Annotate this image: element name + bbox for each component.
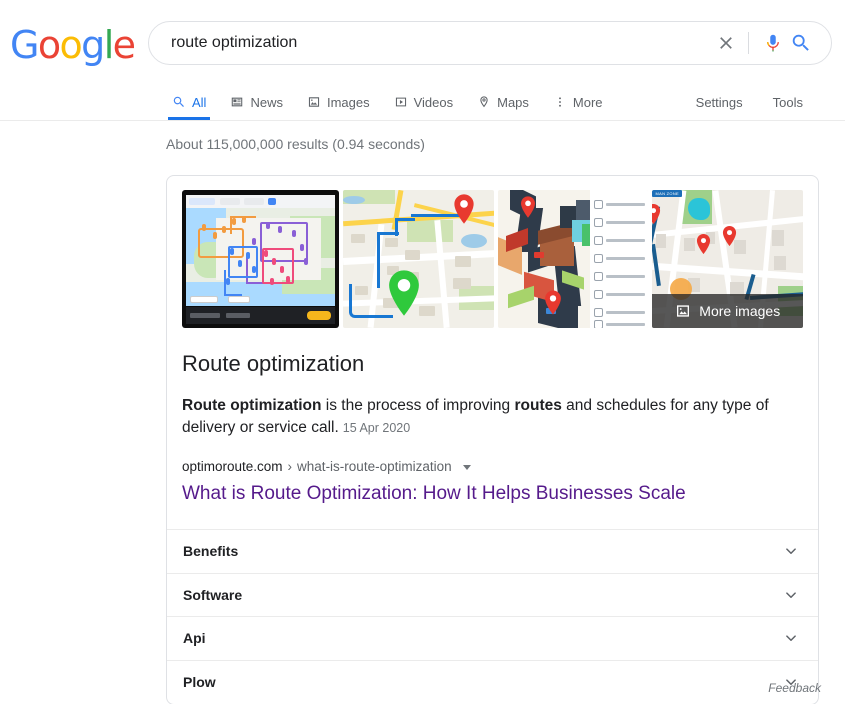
map-pin-red [520, 196, 535, 218]
card-spacer [182, 507, 803, 529]
nav-bottom-border [0, 120, 845, 121]
tab-news[interactable]: News [218, 84, 295, 120]
nav-tabs: All News Images Videos Maps More [160, 84, 615, 120]
source-domain: optimoroute.com [182, 459, 283, 474]
search-bar[interactable] [148, 21, 832, 65]
map-pin-red [722, 226, 737, 246]
accordion-label: Software [183, 586, 243, 603]
nav-tabs-bar: All News Images Videos Maps More Setting… [0, 84, 845, 121]
chevron-down-icon[interactable] [782, 586, 800, 604]
accordion-label: Plow [183, 674, 216, 691]
tab-videos-label: Videos [413, 94, 454, 110]
chevron-down-icon[interactable] [782, 542, 800, 560]
tab-all[interactable]: All [160, 84, 218, 120]
result-link-title[interactable]: What is Route Optimization: How It Helps… [182, 481, 803, 507]
header: Google route optimization All News Image… [0, 0, 845, 121]
more-images-button[interactable]: More images [652, 294, 803, 328]
description-bold-2: routes [514, 397, 562, 414]
more-vertical-icon [553, 95, 567, 109]
source-separator: › [287, 459, 293, 474]
search-bar-icons [712, 29, 831, 57]
location-pin-icon [477, 95, 491, 109]
microphone-icon[interactable] [759, 29, 787, 57]
search-bar-divider [748, 32, 749, 54]
close-icon[interactable] [712, 29, 740, 57]
knowledge-panel-card: MAN ZONE More images Route optimization … [166, 175, 819, 704]
knowledge-panel-description: Route optimization is the process of imp… [182, 395, 803, 439]
source-path: what-is-route-optimization [297, 459, 452, 474]
news-icon [230, 95, 244, 109]
tab-images-label: Images [326, 94, 370, 110]
feedback-link[interactable]: Feedback [768, 681, 821, 695]
perspective-map [343, 190, 494, 328]
caret-down-icon[interactable] [462, 464, 471, 470]
description-text-1: is the process of improving [321, 397, 515, 414]
more-images-label: More images [699, 303, 781, 319]
history-icon [594, 253, 604, 263]
search-results-page: Google route optimization All News Image… [0, 0, 845, 704]
search-submit-icon[interactable] [787, 29, 815, 57]
knowledge-panel-body: MAN ZONE More images Route optimization … [167, 176, 818, 529]
source-url-row: optimoroute.com › what-is-route-optimiza… [182, 458, 803, 476]
tab-more[interactable]: More [541, 84, 615, 120]
tab-more-label: More [572, 94, 603, 110]
arrow-icon [594, 289, 604, 299]
accordion-label: Api [183, 630, 206, 647]
map-pin-red [696, 234, 711, 254]
hand-icon [594, 271, 604, 281]
tab-images[interactable]: Images [295, 84, 382, 120]
isometric-city [497, 190, 649, 328]
description-date: 15 Apr 2020 [342, 421, 411, 435]
clock-icon [594, 199, 604, 209]
map-pin-green [387, 270, 421, 316]
tab-all-label: All [192, 94, 207, 110]
map-pin-red [544, 290, 562, 315]
knowledge-panel-title: Route optimization [182, 351, 365, 376]
accordion-row-benefits[interactable]: Benefits [167, 530, 818, 574]
map-zone-badge: MAN ZONE [652, 190, 682, 197]
settings-link[interactable]: Settings [696, 95, 743, 110]
image-icon [307, 95, 321, 109]
map-pin-red [453, 194, 475, 224]
accordion-row-software[interactable]: Software [167, 574, 818, 617]
bolt-icon [594, 319, 604, 328]
chevron-down-icon[interactable] [782, 629, 800, 647]
nav-right-links: Settings Tools [696, 84, 803, 120]
google-logo[interactable]: Google [10, 26, 136, 64]
accordion-row-api[interactable]: Api [167, 617, 818, 661]
video-icon [394, 95, 408, 109]
image-strip: MAN ZONE More images [182, 190, 803, 328]
accordion-label: Benefits [183, 543, 239, 560]
pin-icon [594, 235, 604, 245]
analytics-icon [594, 307, 604, 317]
description-bold-1: Route optimization [182, 397, 322, 414]
software-toolbar [186, 195, 336, 208]
image-icon [675, 303, 691, 319]
thumbnail-city-map[interactable]: MAN ZONE More images [652, 190, 803, 328]
result-stats: About 115,000,000 results (0.94 seconds) [166, 136, 425, 152]
search-icon [172, 95, 186, 109]
software-footer [186, 307, 336, 324]
related-sections-accordion: Benefits Software Api Plow [167, 529, 818, 704]
thumbnail-isometric-illustration[interactable] [497, 190, 649, 328]
search-input[interactable] [169, 33, 712, 53]
feature-list [590, 190, 649, 328]
thumbnail-map-route[interactable] [343, 190, 494, 328]
thumbnail-route-software[interactable] [182, 190, 340, 328]
tab-news-label: News [250, 94, 283, 110]
tab-maps[interactable]: Maps [465, 84, 541, 120]
accordion-row-plow[interactable]: Plow [167, 661, 818, 704]
software-map [186, 208, 336, 306]
tab-maps-label: Maps [497, 94, 529, 110]
document-icon [594, 217, 604, 227]
map-pin-red [652, 204, 661, 224]
tools-link[interactable]: Tools [773, 95, 803, 110]
tab-videos[interactable]: Videos [382, 84, 466, 120]
